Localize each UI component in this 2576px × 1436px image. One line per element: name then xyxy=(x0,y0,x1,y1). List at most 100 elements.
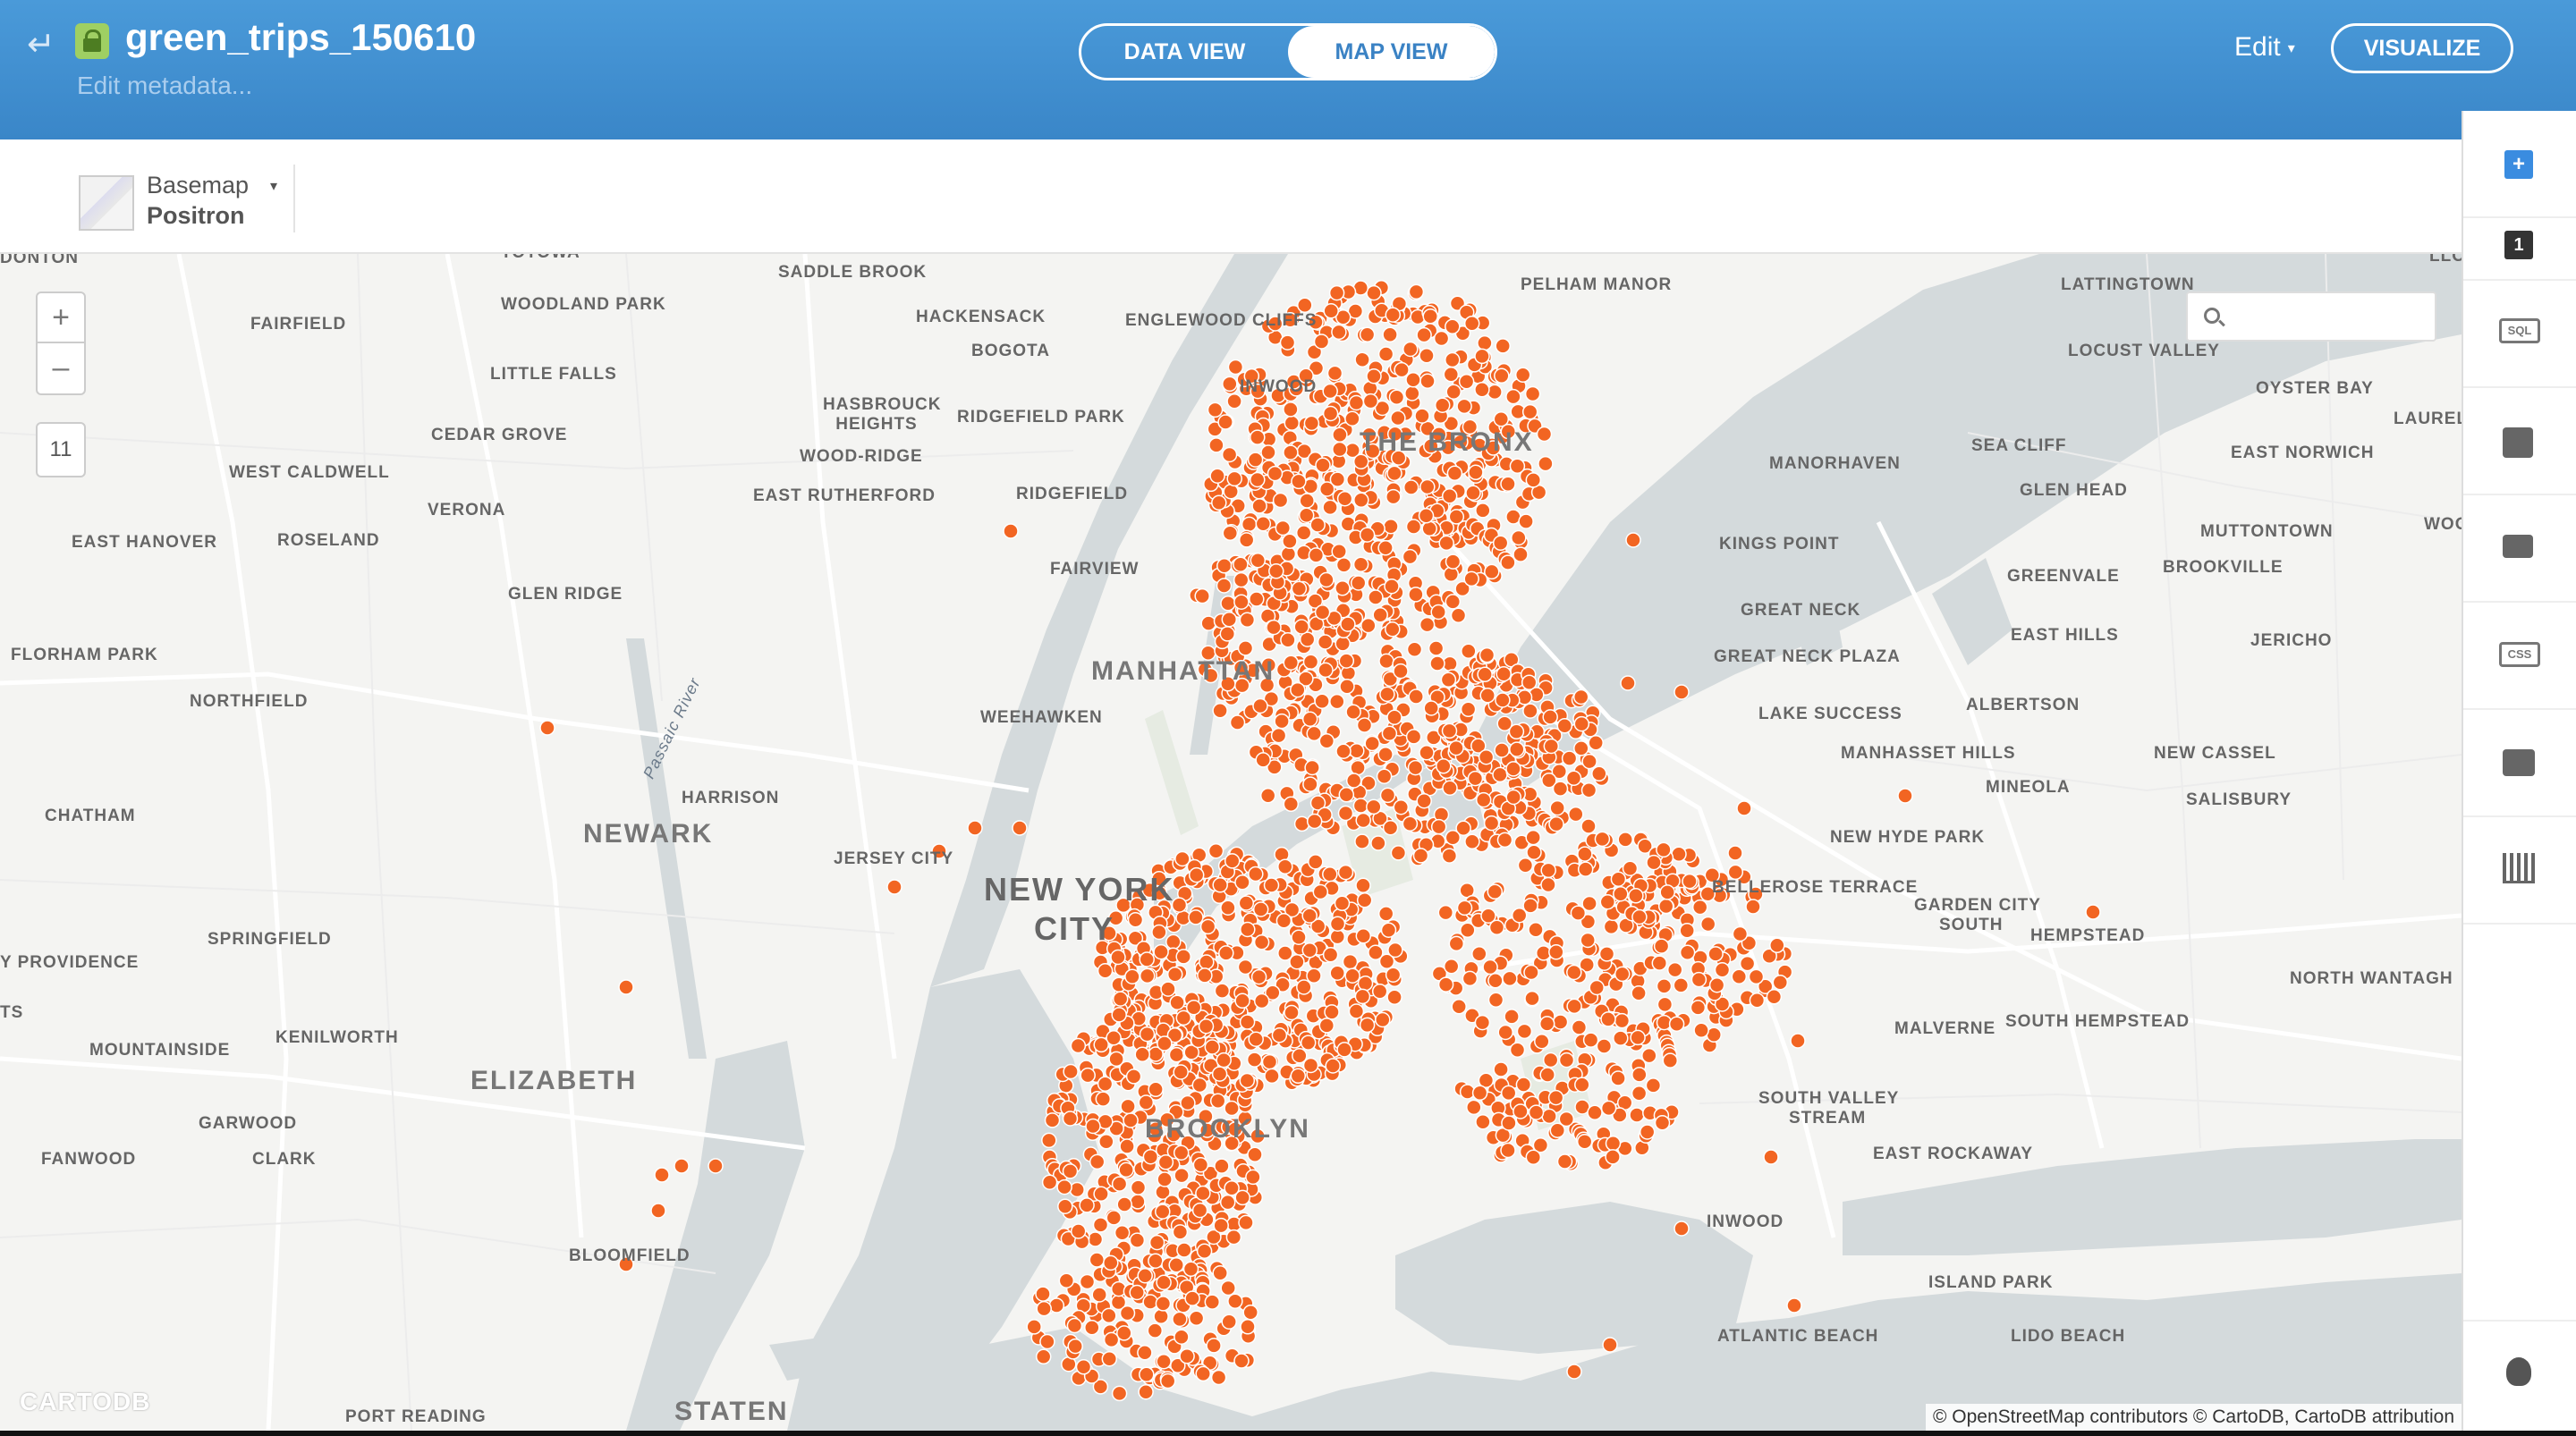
trip-point xyxy=(1769,937,1785,954)
chart-button[interactable] xyxy=(2463,817,2576,925)
place-label: HARRISON xyxy=(682,789,780,807)
place-label: JERSEY CITY xyxy=(834,849,954,868)
trip-point xyxy=(1383,518,1399,535)
tab-data-view[interactable]: DATA VIEW xyxy=(1081,26,1288,78)
trip-point xyxy=(1039,1333,1055,1350)
back-arrow-icon[interactable]: ↵ xyxy=(27,27,63,63)
trip-point xyxy=(1492,766,1508,783)
visualize-button[interactable]: VISUALIZE xyxy=(2331,23,2513,73)
trip-point xyxy=(1574,1077,1590,1093)
trip-point xyxy=(1322,946,1339,963)
basemap-thumbnail[interactable] xyxy=(79,175,134,231)
sql-button[interactable]: SQL xyxy=(2463,281,2576,388)
lock-icon[interactable] xyxy=(75,23,109,59)
tab-map-view[interactable]: MAP VIEW xyxy=(1288,26,1495,78)
place-label: GARWOOD xyxy=(199,1114,298,1133)
trip-point xyxy=(1290,1068,1307,1085)
trip-point xyxy=(1690,971,1707,988)
trip-point xyxy=(1220,596,1236,612)
trip-point xyxy=(1460,701,1477,718)
trip-point xyxy=(1656,978,1673,994)
trip-point xyxy=(1566,964,1582,981)
trip-point xyxy=(650,1203,666,1219)
trip-point xyxy=(1159,1373,1176,1390)
map-canvas[interactable]: DONTON TOTOWA SADDLE BROOK WOODLAND PARK… xyxy=(0,254,2462,1431)
trip-point xyxy=(1251,498,1267,514)
trip-point xyxy=(1614,1012,1631,1029)
trip-point xyxy=(1101,1350,1118,1367)
trip-point xyxy=(1338,653,1355,669)
trip-point xyxy=(1539,1067,1555,1083)
wizard-button[interactable] xyxy=(2463,388,2576,495)
legend-button[interactable] xyxy=(2463,710,2576,817)
trip-point xyxy=(1211,1066,1228,1082)
trip-point xyxy=(1212,703,1228,719)
trip-point xyxy=(1394,361,1410,378)
trip-point xyxy=(1582,1032,1599,1048)
trip-point xyxy=(1247,452,1264,468)
edit-metadata-link[interactable]: Edit metadata... xyxy=(77,72,252,100)
trip-point xyxy=(1463,570,1479,587)
trip-point xyxy=(1221,1314,1237,1330)
trip-point xyxy=(1335,580,1351,596)
trip-point xyxy=(1266,619,1282,636)
trip-point xyxy=(1487,992,1504,1009)
infowindow-button[interactable] xyxy=(2463,495,2576,603)
trip-point xyxy=(1339,679,1355,695)
trip-point xyxy=(1390,410,1406,427)
chevron-down-icon[interactable]: ▾ xyxy=(270,177,277,195)
trip-point xyxy=(1344,967,1360,984)
place-label: OYSTER BAY xyxy=(2256,379,2374,398)
trip-point xyxy=(1157,1171,1173,1187)
trip-point xyxy=(1379,686,1395,703)
trip-point xyxy=(1543,738,1560,755)
trip-point xyxy=(1070,1223,1087,1239)
trip-point xyxy=(1112,991,1129,1007)
trip-point xyxy=(1412,848,1429,864)
layer-number-button[interactable]: 1 xyxy=(2463,191,2576,281)
trip-point xyxy=(1366,798,1382,815)
trip-point xyxy=(1513,1103,1529,1119)
place-label: LITTLE FALLS xyxy=(490,365,617,384)
trip-point xyxy=(654,1167,670,1183)
trip-point xyxy=(1654,1115,1671,1131)
trip-point xyxy=(1335,743,1352,759)
trip-point xyxy=(1148,1234,1165,1251)
trip-point xyxy=(1204,1039,1221,1055)
trip-point xyxy=(1069,1181,1085,1198)
trip-point xyxy=(1308,854,1324,870)
edit-menu[interactable]: Edit ▾ xyxy=(2234,32,2295,63)
trip-point xyxy=(1318,662,1334,679)
trip-point xyxy=(1340,616,1356,632)
divider xyxy=(293,165,295,232)
zoom-out-button[interactable]: – xyxy=(38,343,84,393)
trip-point xyxy=(1106,1210,1123,1226)
place-label: VERONA xyxy=(428,501,506,519)
trip-point xyxy=(1436,758,1452,774)
trip-point xyxy=(1505,789,1521,806)
trip-point xyxy=(1139,1366,1155,1382)
trip-point xyxy=(1441,722,1458,739)
trip-point xyxy=(1610,871,1627,887)
trip-point xyxy=(1317,634,1334,650)
trip-point xyxy=(1166,966,1183,983)
trip-point xyxy=(1352,556,1369,572)
trip-point xyxy=(1580,781,1597,798)
map-search-input[interactable] xyxy=(2233,302,2429,333)
trip-point xyxy=(1355,877,1371,894)
trip-point xyxy=(1542,709,1558,725)
trip-point xyxy=(1332,441,1348,458)
zoom-in-button[interactable]: + xyxy=(38,293,84,343)
trip-point xyxy=(1377,746,1394,763)
basemap-label[interactable]: Basemap xyxy=(147,172,249,199)
map-search-box xyxy=(2186,291,2436,342)
basemap-name[interactable]: Positron xyxy=(147,202,245,230)
table-title[interactable]: green_trips_150610 xyxy=(125,16,476,59)
map-attribution[interactable]: © OpenStreetMap contributors © CartoDB, … xyxy=(1925,1404,2462,1431)
css-button[interactable]: CSS xyxy=(2463,603,2576,710)
trip-point xyxy=(1297,297,1313,313)
trip-point xyxy=(1291,473,1307,490)
trip-point xyxy=(1442,780,1458,797)
help-button[interactable] xyxy=(2463,1320,2576,1431)
edit-menu-label: Edit xyxy=(2234,32,2281,62)
